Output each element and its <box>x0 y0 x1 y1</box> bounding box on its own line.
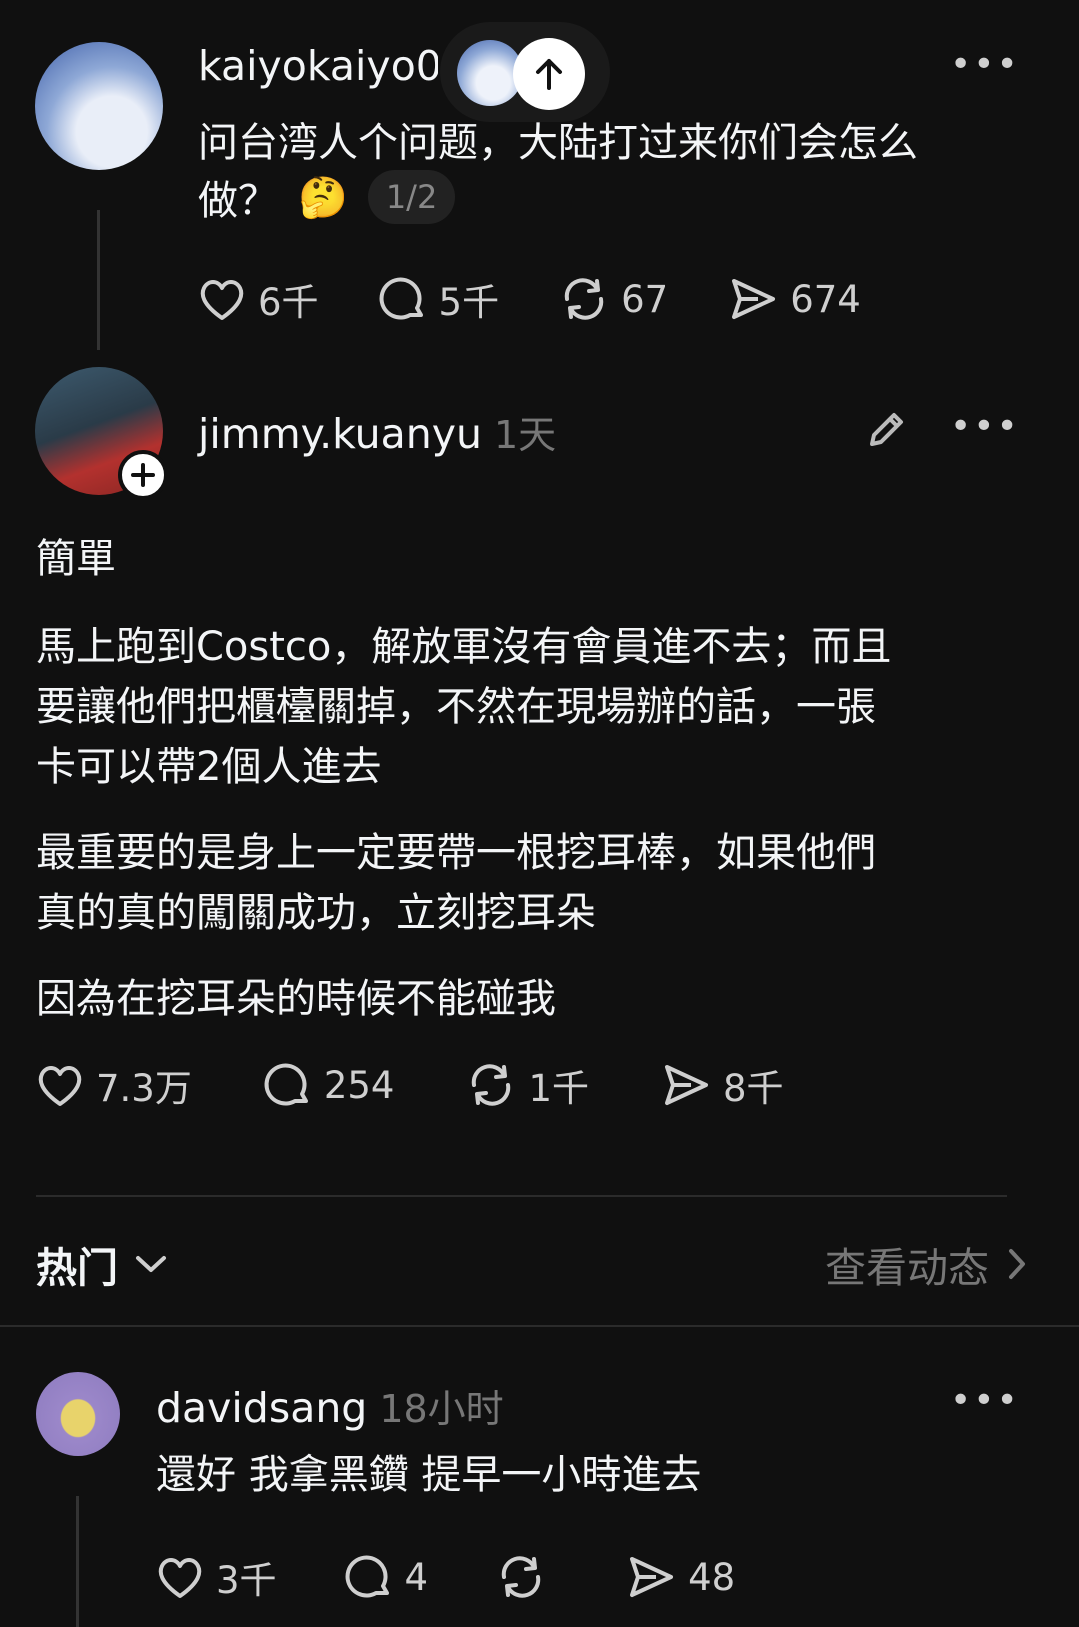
avatar-kaiyokaiyo08[interactable] <box>35 42 163 170</box>
like-button[interactable]: 3千 <box>156 1550 277 1604</box>
more-options-icon[interactable]: ••• <box>950 44 1020 85</box>
section-divider <box>0 1325 1079 1327</box>
comment-count: 5千 <box>438 281 500 324</box>
send-icon <box>728 276 778 322</box>
post2-paragraph: 因為在挖耳朵的時候不能碰我 <box>36 976 556 1022</box>
post2-paragraph: 要讓他們把櫃檯關掉，不然在現場辦的話，一張 <box>36 684 876 730</box>
sort-dropdown[interactable]: 热门 <box>36 1234 168 1294</box>
divider <box>36 1195 1007 1197</box>
share-count: 8千 <box>723 1067 784 1110</box>
share-button[interactable]: 674 <box>728 272 861 326</box>
avatar-davidsang[interactable] <box>36 1372 120 1456</box>
reply-text: 還好 我拿黑鑽 提早一小時進去 <box>156 1452 702 1498</box>
thread-line <box>76 1496 79 1627</box>
comment-button[interactable]: 254 <box>264 1058 395 1112</box>
follow-plus-icon[interactable] <box>118 450 168 500</box>
post2-paragraph: 簡單 <box>36 536 116 582</box>
post2-header: jimmy.kuanyu 1天 <box>198 404 556 459</box>
post2-paragraph: 卡可以帶2個人進去 <box>36 744 382 790</box>
send-icon <box>661 1062 711 1108</box>
post1-text-line2: 做？ <box>198 178 278 224</box>
heart-icon <box>198 277 246 321</box>
comment-icon <box>345 1553 393 1601</box>
view-activity-label: 查看动态 <box>825 1244 989 1292</box>
like-count: 6千 <box>258 281 319 324</box>
reply-header: davidsang 18小时 <box>156 1378 504 1433</box>
share-count: 674 <box>790 277 861 321</box>
post1-text-line1: 问台湾人个问题，大陆打过来你们会怎么 <box>198 120 918 166</box>
repost-button[interactable]: 67 <box>559 272 668 326</box>
share-button[interactable]: 48 <box>626 1550 735 1604</box>
username-kaiyokaiyo08[interactable]: kaiyokaiyo08 <box>198 42 438 90</box>
heart-icon <box>36 1063 84 1107</box>
comment-count: 254 <box>323 1063 395 1107</box>
share-button[interactable]: 8千 <box>661 1058 784 1112</box>
arrow-up-icon[interactable] <box>513 38 585 110</box>
like-button[interactable]: 6千 <box>198 272 319 326</box>
view-activity-link[interactable]: 查看动态 <box>825 1234 1027 1294</box>
repost-icon <box>466 1061 516 1109</box>
thread-line <box>97 210 100 350</box>
more-options-icon[interactable]: ••• <box>950 1380 1020 1421</box>
username-davidsang[interactable]: davidsang <box>156 1384 367 1432</box>
comment-button[interactable]: 5千 <box>379 272 500 326</box>
reply-action-bar: 3千 4 48 <box>156 1550 735 1604</box>
repost-button[interactable]: 1千 <box>466 1058 589 1112</box>
post1-action-bar: 6千 5千 67 674 <box>198 272 861 326</box>
post2-paragraph: 最重要的是身上一定要帶一根挖耳棒，如果他們 <box>36 830 876 876</box>
heart-icon <box>156 1555 204 1599</box>
repost-count: 67 <box>621 277 669 321</box>
edit-pencil-icon[interactable] <box>864 408 908 452</box>
post2-action-bar: 7.3万 254 1千 8千 <box>36 1058 784 1112</box>
post2-paragraph: 真的真的闖關成功，立刻挖耳朵 <box>36 890 596 936</box>
post1-line2-row: 做？ 🤔 1/2 <box>198 168 456 226</box>
repost-button[interactable] <box>496 1550 558 1604</box>
reply-time: 18小时 <box>379 1387 504 1431</box>
repost-count: 1千 <box>528 1067 590 1110</box>
post-time: 1天 <box>493 413 557 457</box>
comment-button[interactable]: 4 <box>345 1550 429 1604</box>
post2-paragraph: 馬上跑到Costco，解放軍沒有會員進不去；而且 <box>36 624 892 670</box>
username-jimmy-kuanyu[interactable]: jimmy.kuanyu <box>198 410 482 458</box>
repost-icon <box>496 1553 546 1601</box>
comment-icon <box>264 1061 312 1109</box>
thinking-emoji: 🤔 <box>298 174 348 221</box>
chevron-down-icon <box>134 1253 168 1275</box>
page-indicator: 1/2 <box>367 170 456 224</box>
like-count: 7.3万 <box>96 1067 192 1110</box>
more-options-icon[interactable]: ••• <box>950 406 1020 447</box>
repost-icon <box>559 275 609 323</box>
send-icon <box>626 1554 676 1600</box>
like-button[interactable]: 7.3万 <box>36 1058 192 1112</box>
comment-count: 4 <box>404 1555 429 1599</box>
like-count: 3千 <box>216 1559 277 1602</box>
share-count: 48 <box>688 1555 736 1599</box>
sort-label: 热门 <box>36 1244 118 1292</box>
chevron-right-icon <box>1007 1247 1027 1281</box>
comment-icon <box>379 275 427 323</box>
